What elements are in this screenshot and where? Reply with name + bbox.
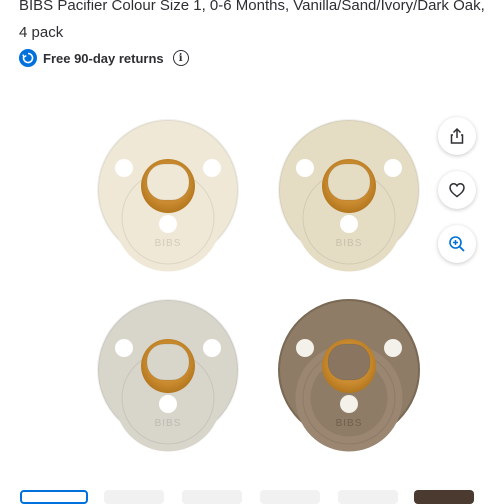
brand-mark: BIBS [336, 418, 363, 429]
thumbnail[interactable] [104, 490, 164, 504]
thumbnail-strip [0, 490, 500, 504]
thumbnail[interactable] [414, 490, 474, 504]
product-image[interactable]: BIBS BIBS BIBS BIBS [0, 90, 500, 485]
share-icon [450, 127, 464, 144]
favorite-button[interactable] [438, 171, 476, 209]
image-actions [438, 117, 478, 279]
info-icon[interactable]: i [172, 50, 189, 66]
zoom-button[interactable] [438, 225, 476, 263]
pacifier-sand: BIBS [278, 119, 420, 272]
brand-mark: BIBS [336, 238, 363, 249]
share-button[interactable] [438, 117, 476, 155]
brand-mark: BIBS [155, 418, 182, 429]
returns-icon [19, 49, 37, 67]
pacifier-dark-oak: BIBS [278, 299, 420, 452]
pacifier-ivory: BIBS [97, 299, 239, 452]
returns-label: Free 90-day returns [43, 50, 164, 66]
thumbnail[interactable] [260, 490, 320, 504]
thumbnail[interactable] [338, 490, 398, 504]
returns-info[interactable]: Free 90-day returns i [19, 47, 189, 69]
heart-icon [449, 183, 465, 198]
product-title: BIBS Pacifier Colour Size 1, 0-6 Months,… [19, 0, 485, 41]
thumbnail[interactable] [182, 490, 242, 504]
brand-mark: BIBS [155, 238, 182, 249]
thumbnail[interactable] [20, 490, 88, 504]
zoom-in-icon [449, 236, 465, 252]
pacifier-vanilla: BIBS [97, 119, 239, 272]
